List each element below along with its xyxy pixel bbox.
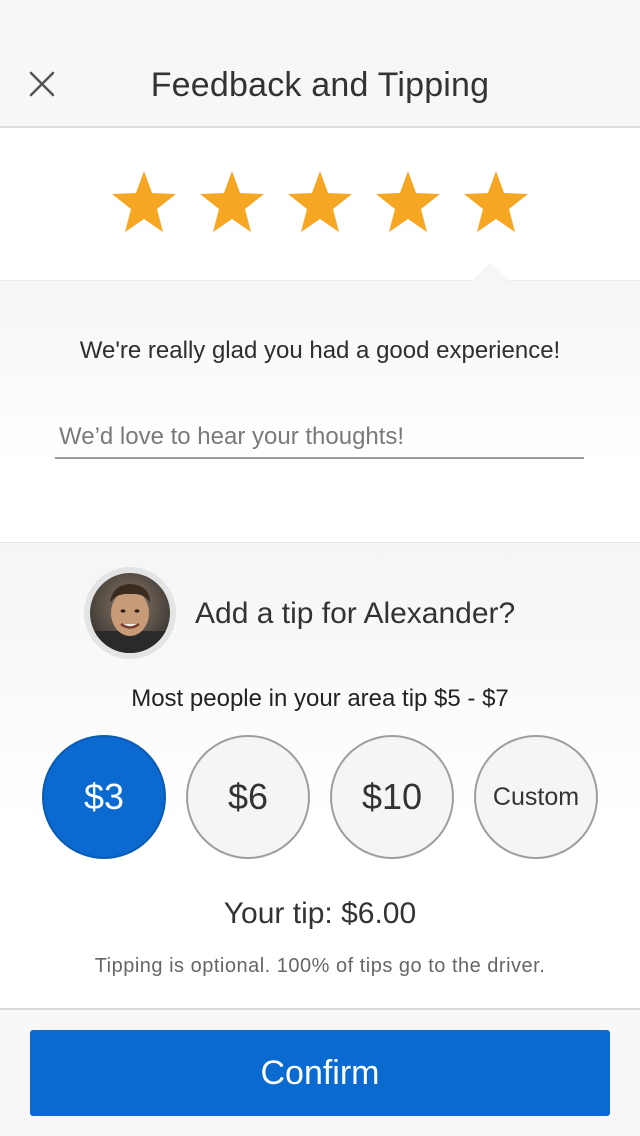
feedback-input[interactable]	[55, 417, 584, 459]
feedback-section: We're really glad you had a good experie…	[0, 263, 640, 542]
header-bar: Feedback and Tipping	[0, 0, 640, 128]
tip-options: $3 $6 $10 Custom	[42, 735, 598, 859]
driver-photo	[90, 573, 170, 653]
star-rating	[0, 130, 640, 280]
tip-option-custom[interactable]: Custom	[474, 735, 598, 859]
tip-note: Tipping is optional. 100% of tips go to …	[94, 955, 546, 977]
tip-option-6[interactable]: $6	[186, 735, 310, 859]
page-title: Feedback and Tipping	[150, 66, 490, 104]
feedback-message: We're really glad you had a good experie…	[79, 337, 561, 364]
tip-section: Add a tip for Alexander? Most people in …	[0, 542, 640, 1008]
tip-option-3[interactable]: $3	[42, 735, 166, 859]
rating-pointer	[472, 263, 508, 281]
tip-option-10[interactable]: $10	[330, 735, 454, 859]
confirm-button[interactable]: Confirm	[30, 1030, 610, 1116]
tip-hint: Most people in your area tip $5 - $7	[131, 685, 509, 712]
tip-question: Add a tip for Alexander?	[195, 597, 516, 630]
avatar	[84, 567, 176, 659]
star-icon-3[interactable]	[287, 169, 353, 235]
footer-bar: Confirm	[0, 1008, 640, 1136]
star-icon-2[interactable]	[199, 169, 265, 235]
your-tip-amount: Your tip: $6.00	[223, 897, 417, 930]
star-icon-1[interactable]	[111, 169, 177, 235]
star-icon-5[interactable]	[463, 169, 529, 235]
star-icon-4[interactable]	[375, 169, 441, 235]
